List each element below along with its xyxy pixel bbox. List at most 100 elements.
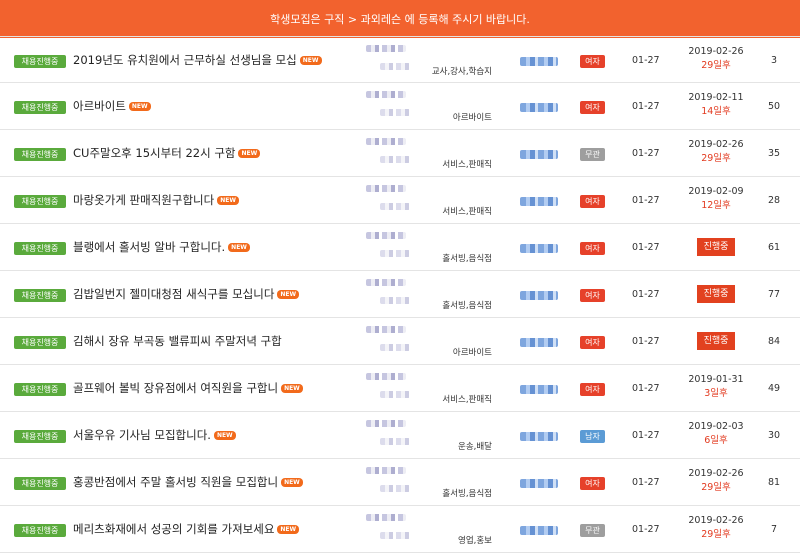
table-row[interactable]: 채용진행중 서울우유 기사님 모집합니다. NEW 운송,배달 남자 01-27 2019-… (0, 412, 800, 459)
deadline: 2019-02-26 29일후 (670, 45, 762, 73)
table-row[interactable]: 채용진행중 골프웨어 볼빅 장유점에서 여직원을 구합니 NEW 서비스,판매직 여자 0… (0, 365, 800, 412)
blurred-pay (520, 479, 558, 488)
blurred-company (366, 326, 406, 333)
status-badge: 채용진행중 (14, 336, 66, 349)
job-title: 서울우유 기사님 모집합니다. (73, 428, 211, 442)
table-row[interactable]: 채용진행중 아르바이트 NEW 아르바이트 여자 01-27 2019-02-11 14일후 5… (0, 83, 800, 130)
posted-date: 01-27 (632, 289, 660, 300)
job-category: 운송,배달 (458, 442, 492, 452)
blurred-area (380, 63, 410, 70)
job-category: 홀서빙,음식점 (442, 254, 492, 264)
table-row[interactable]: 채용진행중 2019년도 유치원에서 근무하실 선생님을 모십 NEW 교사,강사,학… (0, 36, 800, 83)
deadline: 2019-02-26 29일후 (670, 514, 762, 542)
job-title: 메리츠화재에서 성공의 기회를 가져보세요 (73, 522, 275, 536)
view-count: 49 (767, 383, 781, 394)
job-title-link[interactable]: CU주말오후 15시부터 22시 구함 NEW (73, 145, 261, 161)
job-title-link[interactable]: 홍콩반점에서 주말 홀서빙 직원을 모집합니 NEW (73, 474, 303, 490)
view-count: 84 (767, 336, 781, 347)
deadline-date: 2019-02-26 (688, 515, 744, 526)
blurred-pay (520, 103, 558, 112)
status-badge: 채용진행중 (14, 101, 66, 114)
blurred-company (366, 467, 406, 474)
status-badge: 채용진행중 (14, 148, 66, 161)
deadline: 2019-02-26 29일후 (670, 138, 762, 166)
job-category: 홀서빙,음식점 (442, 301, 492, 311)
view-count: 3 (770, 55, 778, 66)
table-row[interactable]: 채용진행중 홍콩반점에서 주말 홀서빙 직원을 모집합니 NEW 홀서빙,음식점 여자 0… (0, 459, 800, 506)
blurred-company (366, 514, 406, 521)
table-row[interactable]: 채용진행중 CU주말오후 15시부터 22시 구함 NEW 서비스,판매직 무관 01-2… (0, 130, 800, 177)
deadline: 2019-02-26 29일후 (670, 467, 762, 495)
job-title-link[interactable]: 아르바이트 NEW (73, 98, 151, 114)
job-title-link[interactable]: 2019년도 유치원에서 근무하실 선생님을 모십 NEW (73, 52, 322, 68)
table-row[interactable]: 채용진행중 김해시 장유 부곡동 밸류피씨 주말저녁 구합 아르바이트 여자 01-27… (0, 318, 800, 365)
job-category: 영업,홍보 (458, 536, 492, 546)
job-title: 김해시 장유 부곡동 밸류피씨 주말저녁 구합 (73, 334, 282, 348)
job-title-link[interactable]: 골프웨어 볼빅 장유점에서 여직원을 구합니 NEW (73, 380, 303, 396)
status-badge: 채용진행중 (14, 289, 66, 302)
table-row[interactable]: 채용진행중 마랑옷가게 판매직원구합니다 NEW 서비스,판매직 여자 01-27 2019… (0, 177, 800, 224)
view-count: 61 (767, 242, 781, 253)
job-category: 교사,강사,학습지 (431, 67, 492, 77)
blurred-area (380, 391, 410, 398)
days-remaining: 29일후 (701, 529, 731, 540)
table-row[interactable]: 채용진행중 메리츠화재에서 성공의 기회를 가져보세요 NEW 영업,홍보 무관 01-2… (0, 506, 800, 553)
deadline: 2019-02-03 6일후 (670, 420, 762, 448)
new-badge: NEW (238, 148, 261, 158)
view-count: 77 (767, 289, 781, 300)
gender-badge: 여자 (580, 477, 605, 490)
blurred-company (366, 91, 406, 98)
blurred-pay (520, 244, 558, 253)
table-row[interactable]: 채용진행중 김밥일번지 젤미대청점 새식구를 모십니다 NEW 홀서빙,음식점 여자 01… (0, 271, 800, 318)
deadline: 2019-01-31 3일후 (670, 373, 762, 401)
job-title-link[interactable]: 김밥일번지 젤미대청점 새식구를 모십니다 NEW (73, 286, 300, 302)
blurred-pay (520, 385, 558, 394)
view-count: 35 (767, 148, 781, 159)
posted-date: 01-27 (632, 477, 660, 488)
new-badge: NEW (213, 430, 236, 440)
blurred-company (366, 232, 406, 239)
gender-badge: 여자 (580, 383, 605, 396)
days-remaining: 29일후 (701, 153, 731, 164)
view-count: 81 (767, 477, 781, 488)
posted-date: 01-27 (632, 430, 660, 441)
new-badge: NEW (277, 289, 300, 299)
blurred-company (366, 373, 406, 380)
view-count: 7 (770, 524, 778, 535)
job-title-link[interactable]: 김해시 장유 부곡동 밸류피씨 주말저녁 구합 (73, 333, 282, 349)
blurred-area (380, 438, 410, 445)
job-title: 마랑옷가게 판매직원구합니다 (73, 193, 215, 207)
deadline-date: 2019-02-03 (688, 421, 744, 432)
table-row[interactable]: 채용진행중 블랭에서 홀서빙 알바 구합니다. NEW 홀서빙,음식점 여자 01-27 진… (0, 224, 800, 271)
gender-badge: 무관 (580, 524, 605, 537)
job-title-link[interactable]: 마랑옷가게 판매직원구합니다 NEW (73, 192, 239, 208)
job-title-link[interactable]: 서울우유 기사님 모집합니다. NEW (73, 427, 236, 443)
job-title: 홍콩반점에서 주말 홀서빙 직원을 모집합니 (73, 475, 279, 489)
blurred-pay (520, 197, 558, 206)
job-category: 아르바이트 (452, 113, 492, 123)
blurred-area (380, 532, 410, 539)
job-title: 2019년도 유치원에서 근무하실 선생님을 모십 (73, 53, 297, 67)
deadline-date: 2019-02-26 (688, 46, 744, 57)
view-count: 28 (767, 195, 781, 206)
deadline-date: 2019-02-26 (688, 468, 744, 479)
notice-banner: 학생모집은 구직 > 과외레슨 에 등록해 주시기 바랍니다. (0, 0, 800, 38)
days-remaining: 6일후 (704, 435, 728, 446)
blurred-company (366, 420, 406, 427)
days-remaining: 14일후 (701, 106, 731, 117)
blurred-pay (520, 291, 558, 300)
days-remaining: 12일후 (701, 200, 731, 211)
status-badge: 채용진행중 (14, 383, 66, 396)
posted-date: 01-27 (632, 524, 660, 535)
job-title-link[interactable]: 블랭에서 홀서빙 알바 구합니다. NEW (73, 239, 250, 255)
in-progress-badge: 진행중 (697, 332, 735, 350)
job-category: 서비스,판매직 (442, 207, 492, 217)
job-title: 김밥일번지 젤미대청점 새식구를 모십니다 (73, 287, 275, 301)
status-badge: 채용진행중 (14, 524, 66, 537)
days-remaining: 29일후 (701, 60, 731, 71)
job-title-link[interactable]: 메리츠화재에서 성공의 기회를 가져보세요 NEW (73, 521, 300, 537)
job-category: 아르바이트 (452, 348, 492, 358)
deadline: 2019-02-11 14일후 (670, 91, 762, 119)
days-remaining: 3일후 (704, 388, 728, 399)
blurred-area (380, 203, 410, 210)
